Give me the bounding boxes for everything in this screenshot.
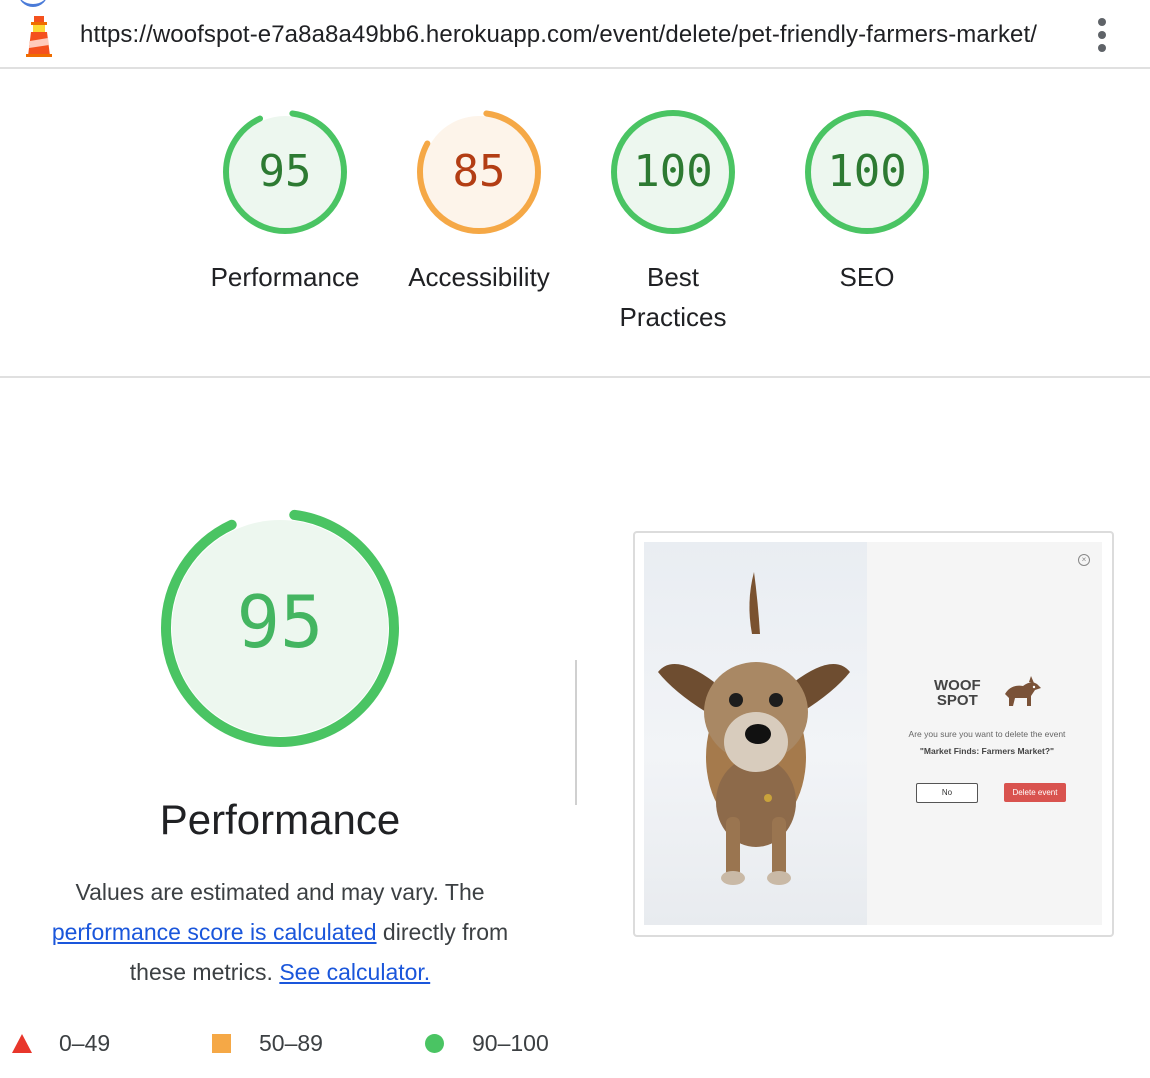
woofspot-logo: WOOF SPOT: [934, 677, 981, 709]
best-practices-label[interactable]: Best Practices: [583, 257, 763, 337]
accessibility-label[interactable]: Accessibility: [389, 257, 569, 297]
screenshot-content: × WOOF SPOT Are you sure you want to del…: [644, 542, 1102, 925]
best-practices-label-line1: Best: [646, 262, 700, 292]
event-name: "Market Finds: Farmers Market?": [919, 746, 1055, 756]
performance-big-score: 95: [236, 580, 324, 664]
tab-edge: [18, 0, 48, 7]
score-calculated-link[interactable]: performance score is calculated: [52, 919, 377, 945]
dog-photo: [644, 542, 867, 925]
no-button: No: [916, 783, 978, 803]
performance-title: Performance: [159, 796, 401, 843]
performance-score: 95: [258, 146, 312, 197]
legend-average-range: 50–89: [259, 1030, 323, 1056]
legend-pass-range: 90–100: [472, 1030, 549, 1056]
dog-illustration: [658, 572, 850, 885]
fail-triangle-icon: [12, 1034, 32, 1053]
description-text-2: directly from: [382, 919, 509, 945]
seo-gauge[interactable]: 100: [802, 107, 932, 237]
accessibility-gauge[interactable]: 85: [414, 107, 544, 237]
best-practices-gauge[interactable]: 100: [608, 107, 738, 237]
final-screenshot[interactable]: × WOOF SPOT Are you sure you want to del…: [633, 531, 1114, 937]
kebab-menu-icon[interactable]: [1094, 18, 1110, 54]
pass-circle-icon: [425, 1034, 444, 1053]
lighthouse-icon: [26, 16, 52, 57]
vertical-divider: [575, 660, 577, 805]
best-practices-label-line2: Practices: [619, 302, 727, 332]
delete-event-button: Delete event: [1004, 783, 1066, 802]
performance-big-gauge: 95: [160, 508, 400, 748]
performance-description: Values are estimated and may vary. The p…: [30, 872, 530, 992]
url-bar: https://woofspot-e7a8a8a49bb6.herokuapp.…: [0, 0, 1150, 69]
seo-label[interactable]: SEO: [777, 257, 957, 297]
performance-label[interactable]: Performance: [195, 257, 375, 297]
best-practices-score: 100: [633, 146, 713, 197]
legend-fail-range: 0–49: [59, 1030, 111, 1056]
seo-score: 100: [827, 146, 907, 197]
accessibility-score: 85: [452, 146, 506, 197]
delete-confirm-text: Are you sure you want to delete the even…: [908, 729, 1066, 739]
description-text-3: these metrics.: [129, 959, 273, 985]
section-divider: [0, 376, 1150, 378]
average-square-icon: [212, 1034, 231, 1053]
performance-gauge[interactable]: 95: [220, 107, 350, 237]
close-icon[interactable]: ×: [1078, 554, 1090, 566]
page-url[interactable]: https://woofspot-e7a8a8a49bb6.herokuapp.…: [80, 21, 1037, 49]
dog-logo-icon: [1005, 676, 1041, 706]
description-text-1: Values are estimated and may vary. The: [75, 879, 485, 905]
see-calculator-link[interactable]: See calculator.: [279, 959, 430, 985]
